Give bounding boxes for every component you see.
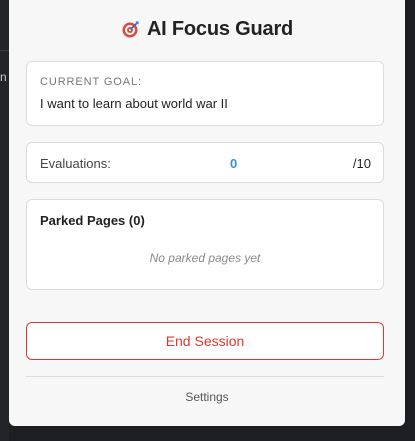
background-divider [0, 50, 9, 51]
evaluations-count: 0 [230, 156, 238, 171]
parked-pages-title: Parked Pages (0) [40, 213, 145, 228]
app-title: AI Focus Guard [146, 17, 294, 40]
target-icon [121, 19, 141, 39]
goal-text: I want to learn about world war II [40, 96, 228, 111]
background-edge [405, 0, 415, 441]
current-goal-card: CURRENT GOAL: I want to learn about worl… [26, 61, 384, 126]
parked-pages-empty: No parked pages yet [149, 251, 261, 265]
divider [26, 376, 384, 377]
parked-pages-card: Parked Pages (0) No parked pages yet [26, 199, 384, 290]
extension-popup: AI Focus Guard CURRENT GOAL: I want to l… [9, 0, 405, 426]
background-page [0, 0, 9, 441]
popup-header: AI Focus Guard [9, 14, 405, 44]
background-text: n [0, 70, 7, 84]
evaluations-label: Evaluations: [40, 156, 111, 171]
end-session-button[interactable]: End Session [26, 322, 384, 360]
settings-link[interactable]: Settings [9, 390, 405, 404]
evaluations-card: Evaluations: 0 /10 [26, 142, 384, 183]
evaluations-max: /10 [352, 156, 371, 171]
goal-label: CURRENT GOAL: [40, 76, 142, 88]
